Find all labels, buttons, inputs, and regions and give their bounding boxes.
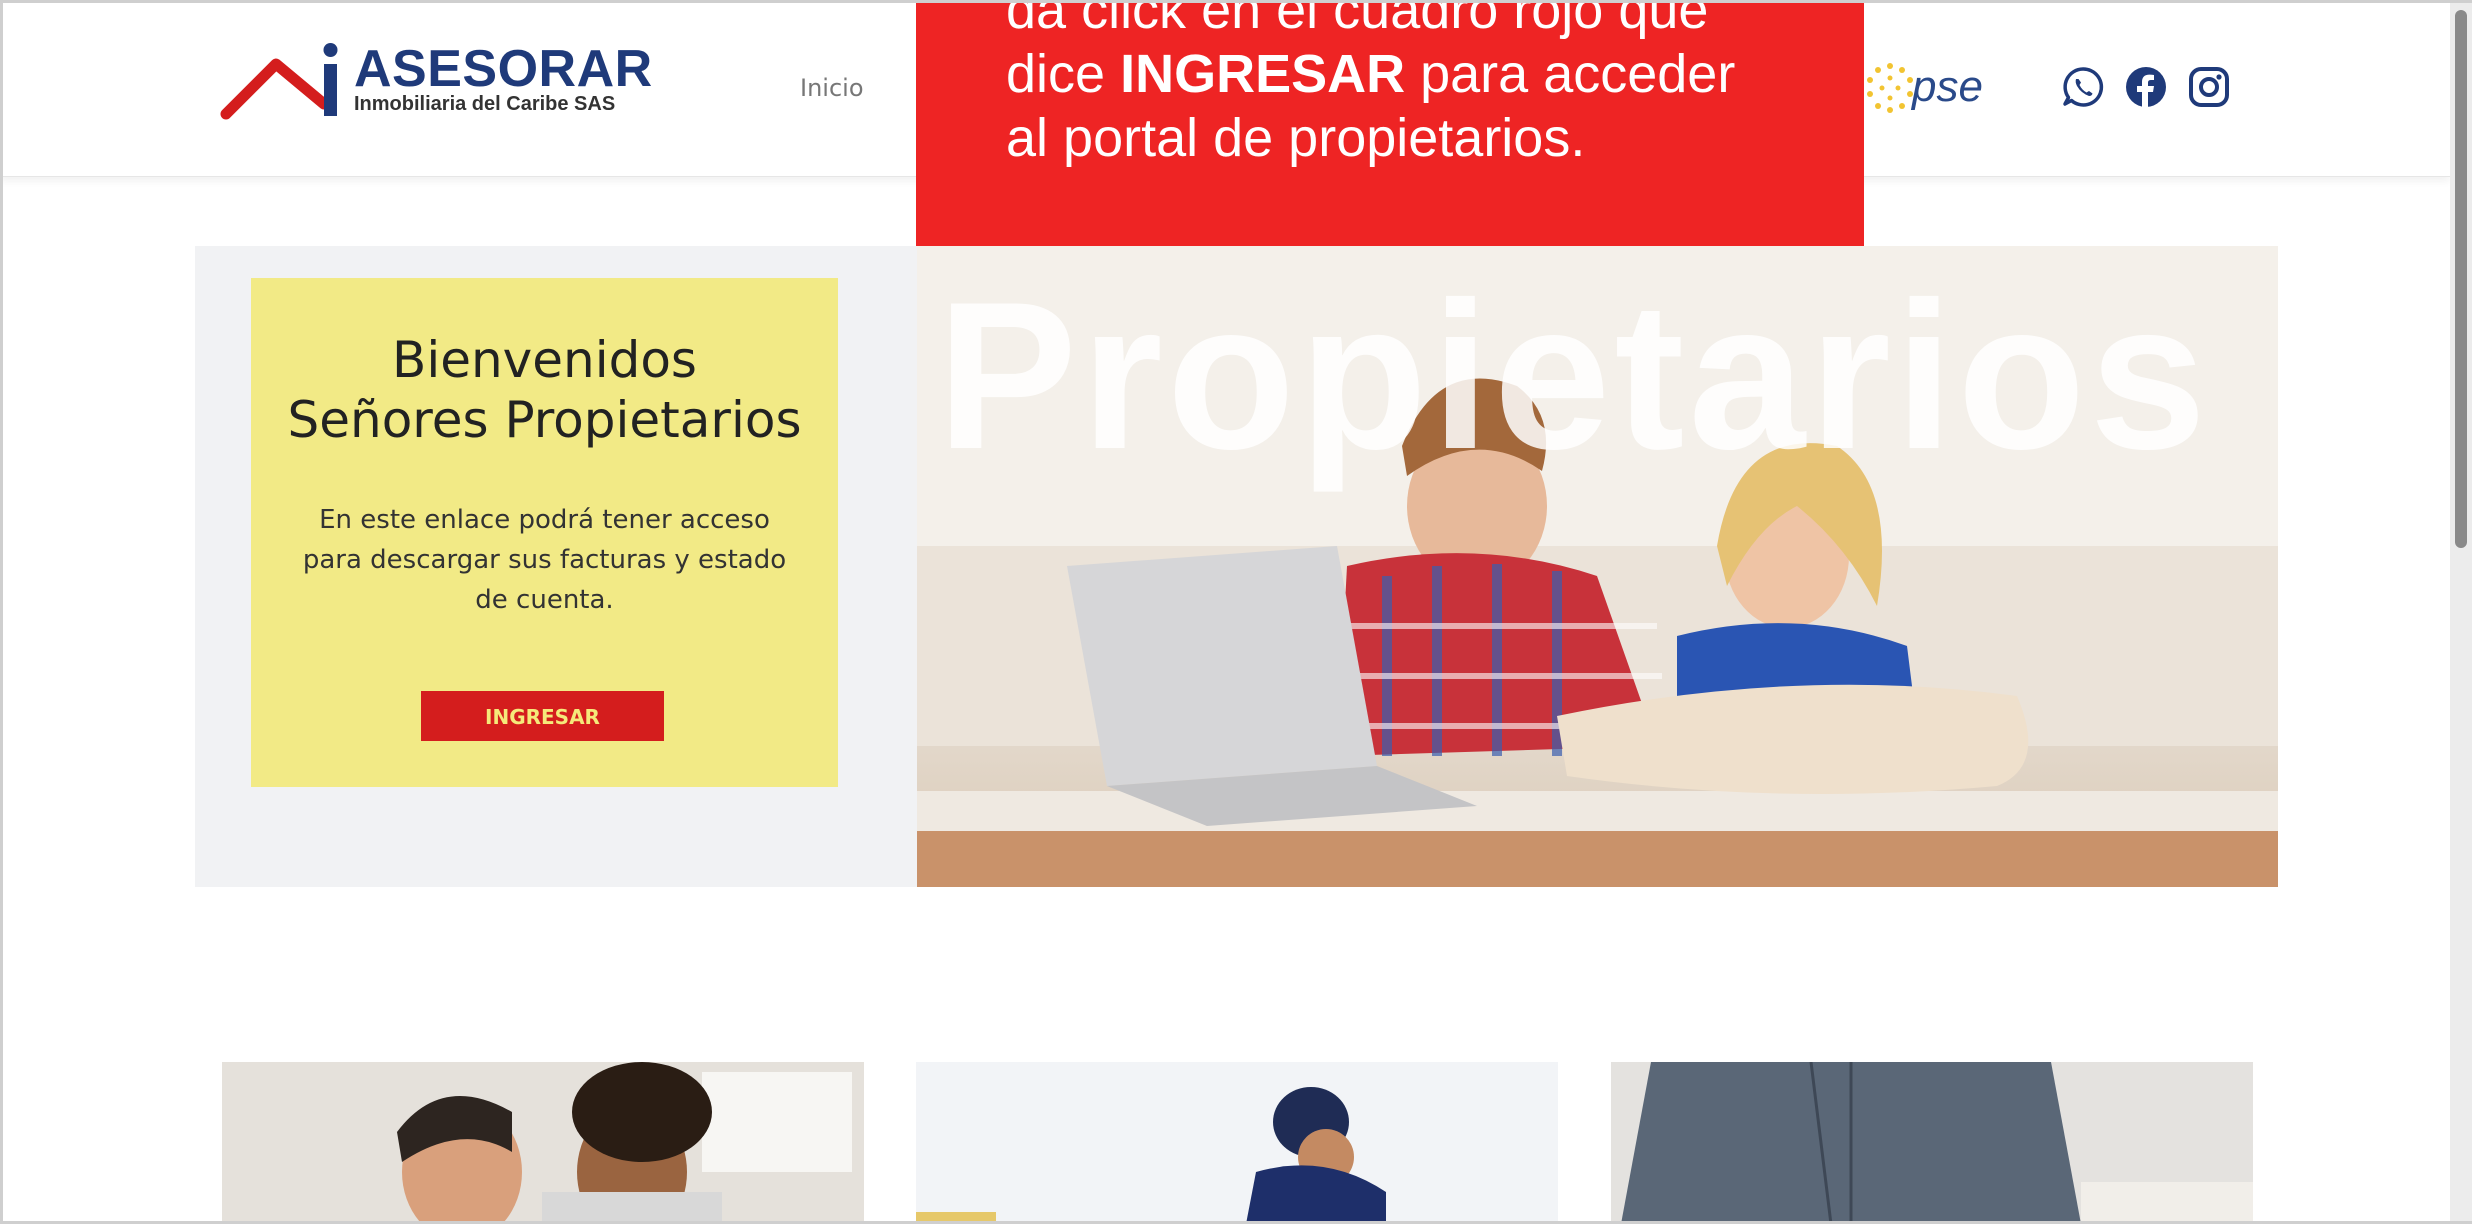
- service-card-1[interactable]: [222, 1062, 864, 1224]
- whatsapp-link[interactable]: [2062, 66, 2104, 108]
- service-card-3[interactable]: [1611, 1062, 2253, 1224]
- instagram-link[interactable]: [2188, 66, 2230, 108]
- pse-label: pse: [1912, 62, 1983, 111]
- card-3-photo: [1611, 1062, 2253, 1224]
- page-scrollbar[interactable]: [2450, 0, 2472, 1224]
- service-card-2[interactable]: [916, 1062, 1558, 1224]
- pse-dots-icon: [1867, 63, 1913, 113]
- hero-photo: Propietarios: [917, 246, 2278, 887]
- logo-name: ASESORAR: [354, 40, 653, 98]
- ingresar-button[interactable]: INGRESAR: [421, 691, 664, 741]
- logo-subtitle: Inmobiliaria del Caribe SAS: [354, 93, 616, 115]
- popup-line-2-prefix: dice: [1006, 44, 1121, 104]
- facebook-link[interactable]: [2125, 66, 2167, 108]
- whatsapp-icon: [2063, 67, 2104, 107]
- instagram-icon: [2189, 67, 2229, 107]
- logo[interactable]: ASESORAR Inmobiliaria del Caribe SAS: [220, 40, 652, 122]
- popup-line-3: al portal de propietarios.: [1006, 108, 1586, 168]
- popup-line-2-bold: INGRESAR: [1120, 44, 1406, 104]
- welcome-description: En este enlace podrá tener acceso para d…: [302, 505, 787, 615]
- facebook-icon: [2126, 67, 2166, 108]
- popup-line-1: da click en el cuadro rojo que: [1006, 0, 1709, 40]
- welcome-title-line-1: Bienvenidos: [392, 331, 697, 389]
- logo-mark-icon: [220, 43, 338, 120]
- hero-watermark-word: Propietarios: [937, 258, 2211, 493]
- welcome-title: Bienvenidos Señores Propietarios: [251, 330, 838, 450]
- card-2-photo: [916, 1062, 1558, 1224]
- popup-line-2-suffix: para acceder: [1405, 44, 1736, 104]
- card-1-photo: [222, 1062, 864, 1224]
- nav-item-inicio[interactable]: Inicio: [800, 74, 864, 102]
- instruction-popup: da click en el cuadro rojo que dice INGR…: [916, 0, 1864, 276]
- welcome-title-line-2: Señores Propietarios: [287, 391, 802, 449]
- scrollbar-thumb[interactable]: [2455, 10, 2467, 548]
- pse-payment-link[interactable]: pse: [1862, 60, 1992, 116]
- popup-text: da click en el cuadro rojo que dice INGR…: [1006, 0, 1836, 170]
